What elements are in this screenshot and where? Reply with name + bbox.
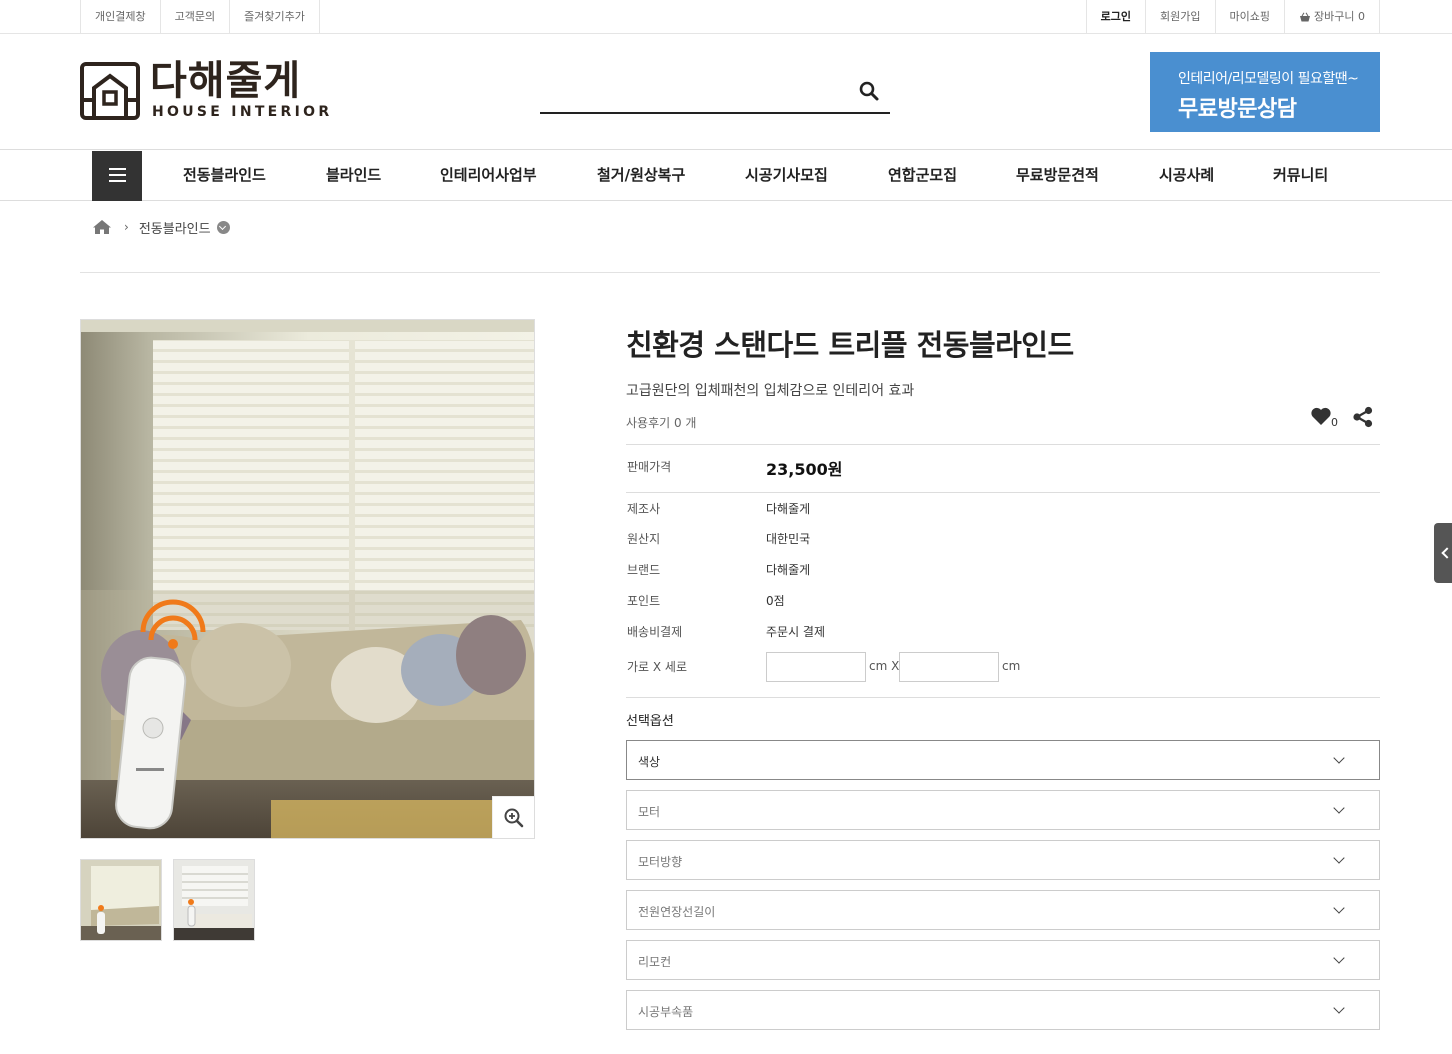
add-bookmark-link[interactable]: 즐겨찾기추가 [229,0,320,33]
spec-label: 제조사 [627,502,661,516]
review-count-link[interactable]: 사용후기 0 개 [626,414,696,431]
side-panel-toggle[interactable] [1434,523,1452,583]
divider [626,444,1380,445]
logo-subtitle: HOUSE INTERIOR [152,104,333,120]
main-navigation: 전동블라인드 블라인드 인테리어사업부 철거/원상복구 시공기사모집 연합군모집… [0,149,1452,201]
personal-payment-link[interactable]: 개인결제창 [80,0,160,33]
nav-recruit-installer[interactable]: 시공기사모집 [745,150,828,200]
blind-room-photo [81,320,534,838]
heart-icon [1311,407,1331,425]
option-label: 전원연장선길이 [638,905,716,919]
thumbnail-image [174,860,254,940]
option-label: 모터 [638,805,661,819]
spec-label: 원산지 [627,532,661,546]
option-select-extension-cable[interactable]: 전원연장선길이 [626,890,1380,930]
login-link[interactable]: 로그인 [1085,0,1145,33]
option-select-accessories[interactable]: 시공부속품 [626,990,1380,1030]
divider [80,272,1380,273]
search-input[interactable] [540,72,840,110]
chevron-down-icon [1333,752,1345,764]
chevron-down-icon [1333,1002,1345,1014]
product-main-image[interactable] [80,319,535,839]
option-select-motor-direction[interactable]: 모터방향 [626,840,1380,880]
zoom-in-icon [504,808,524,828]
option-select-remote[interactable]: 리모컨 [626,940,1380,980]
search-icon[interactable] [858,80,880,102]
free-consult-banner[interactable]: 인테리어/리모델링이 필요할땐~ 무료방문상담 [1150,52,1380,132]
breadcrumb-current[interactable]: 전동블라인드 [139,218,211,237]
size-label: 가로 X 세로 [627,660,688,674]
product-title: 친환경 스탠다드 트리플 전동블라인드 [626,328,1074,362]
spec-value: 다해줄게 [766,563,811,577]
search-bar [540,72,890,114]
breadcrumb: › 전동블라인드 [92,216,230,238]
thumbnail-image [81,860,161,940]
spec-label: 포인트 [627,594,661,608]
option-label: 색상 [638,755,661,769]
spec-value: 주문시 결제 [766,625,826,639]
width-unit: cm X [869,659,900,673]
height-unit: cm [1002,659,1021,673]
chevron-down-icon [1333,902,1345,914]
nav-community[interactable]: 커뮤니티 [1273,150,1328,200]
top-utility-bar: 개인결제창 고객문의 즐겨찾기추가 로그인 회원가입 마이쇼핑 장바구니 0 [0,0,1452,34]
nav-demolition[interactable]: 철거/원상복구 [597,150,685,200]
price-label: 판매가격 [627,460,672,474]
logo-title: 다해줄게 [150,58,302,104]
dropdown-circle-icon[interactable] [216,220,230,234]
nav-blind[interactable]: 블라인드 [326,150,381,200]
nav-electric-blind[interactable]: 전동블라인드 [183,150,266,200]
consult-title: 무료방문상담 [1178,97,1297,122]
hamburger-menu-icon[interactable] [92,151,142,201]
nav-alliance-recruit[interactable]: 연합군모집 [888,150,957,200]
option-select-color[interactable]: 색상 [626,740,1380,780]
cart-label: 장바구니 0 [1314,10,1365,23]
customer-inquiry-link[interactable]: 고객문의 [159,0,229,33]
wishlist-button[interactable]: 0 [1310,406,1340,430]
option-label: 리모컨 [638,955,672,969]
height-input[interactable] [899,652,999,682]
price-value: 23,500원 [766,460,843,479]
home-icon[interactable] [92,219,112,235]
share-icon[interactable] [1352,406,1374,428]
spec-value: 다해줄게 [766,502,811,516]
cart-link[interactable]: 장바구니 0 [1284,0,1380,33]
product-thumbnail-2[interactable] [173,859,255,941]
join-link[interactable]: 회원가입 [1145,0,1214,33]
consult-subtitle: 인테리어/리모델링이 필요할땐~ [1178,71,1359,87]
divider [626,697,1380,698]
spec-value: 대한민국 [766,532,811,546]
chevron-down-icon [1333,802,1345,814]
width-input[interactable] [766,652,866,682]
chevron-down-icon [1333,952,1345,964]
product-description: 고급원단의 입체패천의 입체감으로 인테리어 효과 [626,383,915,399]
my-shopping-link[interactable]: 마이쇼핑 [1214,0,1284,33]
option-label: 시공부속품 [638,1005,694,1019]
utility-links-left: 개인결제창 고객문의 즐겨찾기추가 [80,0,320,33]
product-thumbnail-1[interactable] [80,859,162,941]
chevron-right-icon: › [124,220,129,234]
basket-icon [1300,12,1311,21]
nav-interior-division[interactable]: 인테리어사업부 [440,150,537,200]
spec-value: 0점 [766,594,785,608]
site-logo[interactable]: 다해줄게 HOUSE INTERIOR [80,58,329,122]
chevron-down-icon [1333,852,1345,864]
option-select-motor[interactable]: 모터 [626,790,1380,830]
option-label: 모터방향 [638,855,683,869]
spec-label: 배송비결제 [627,625,683,639]
utility-links-right: 로그인 회원가입 마이쇼핑 장바구니 0 [1085,0,1380,33]
divider [626,492,1380,493]
wishlist-count: 0 [1331,416,1338,429]
spec-label: 브랜드 [627,563,661,577]
options-title: 선택옵션 [626,714,674,729]
zoom-button[interactable] [492,796,534,838]
nav-free-estimate[interactable]: 무료방문견적 [1016,150,1099,200]
nav-portfolio[interactable]: 시공사례 [1159,150,1214,200]
house-logo-icon [80,62,140,120]
